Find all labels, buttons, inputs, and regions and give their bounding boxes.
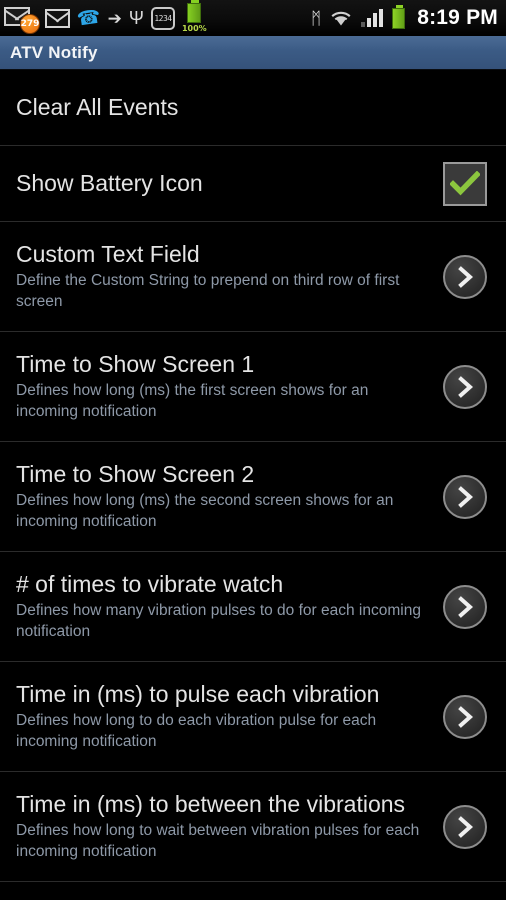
list-item-time-between-vibrations[interactable]: Time in (ms) to between the vibrations D… xyxy=(0,772,506,882)
list-item-title: Custom Text Field xyxy=(16,240,200,267)
mail-muted-icon: 279 xyxy=(4,5,40,34)
chevron-right-icon[interactable] xyxy=(443,804,487,849)
list-item-subtitle: Defines how long to wait between vibrati… xyxy=(16,821,420,860)
chevron-right-icon[interactable] xyxy=(443,584,487,629)
list-item-subtitle: Defines how long to do each vibration pu… xyxy=(16,711,377,750)
chevron-right-icon[interactable] xyxy=(443,254,487,299)
chevron-right-icon[interactable] xyxy=(443,364,487,409)
list-item-title: Time to Show Screen 2 xyxy=(16,460,255,487)
phone-call-icon: ☎ xyxy=(75,5,103,31)
chevron-right-icon[interactable] xyxy=(443,474,487,519)
settings-list: Clear All Events Show Battery Icon Custo… xyxy=(0,70,506,882)
list-item-show-battery-icon[interactable]: Show Battery Icon xyxy=(0,146,506,222)
list-item-times-to-vibrate-watch[interactable]: # of times to vibrate watch Defines how … xyxy=(0,552,506,662)
mail-icon xyxy=(45,8,70,28)
list-item-custom-text-field[interactable]: Custom Text Field Define the Custom Stri… xyxy=(0,222,506,332)
list-item-title: Time in (ms) to pulse each vibration xyxy=(16,680,380,707)
battery-percent-label: 100% xyxy=(181,24,207,33)
list-item-title: Time to Show Screen 1 xyxy=(16,350,255,377)
list-item-time-to-show-screen-2[interactable]: Time to Show Screen 2 Defines how long (… xyxy=(0,442,506,552)
watch-clock-label: 1234 xyxy=(150,6,175,30)
list-item-title: # of times to vibrate watch xyxy=(16,570,284,597)
list-item-clear-all-events[interactable]: Clear All Events xyxy=(0,70,506,146)
list-item-subtitle: Defines how long (ms) the second screen … xyxy=(16,491,394,530)
list-item-time-to-pulse-each-vibration[interactable]: Time in (ms) to pulse each vibration Def… xyxy=(0,662,506,772)
show-battery-icon-checkbox[interactable] xyxy=(443,161,487,206)
status-bar-right-icons: ᛗ 8:19 PM xyxy=(311,4,498,30)
check-icon xyxy=(450,170,480,195)
status-bar: 279 ☎ ➔ Ψ 1234 100% ᛗ 8:19 PM xyxy=(0,0,506,36)
list-item-time-to-show-screen-1[interactable]: Time to Show Screen 1 Defines how long (… xyxy=(0,332,506,442)
list-item-title: Time in (ms) to between the vibrations xyxy=(16,790,406,817)
battery-icon xyxy=(392,4,406,29)
list-item-subtitle: Define the Custom String to prepend on t… xyxy=(16,271,400,310)
list-item-subtitle: Defines how long (ms) the first screen s… xyxy=(16,381,369,420)
status-bar-clock: 8:19 PM xyxy=(417,6,498,29)
bluetooth-icon: ᛗ xyxy=(311,8,322,28)
page-title: ATV Notify xyxy=(10,42,98,62)
battery-percent-icon: 100% xyxy=(181,0,207,33)
mail-badge-count: 279 xyxy=(20,14,40,34)
flash-icon: ➔ xyxy=(107,8,122,28)
list-item-title: Clear All Events xyxy=(16,93,179,120)
list-item-subtitle: Defines how many vibration pulses to do … xyxy=(16,601,421,640)
chevron-right-icon[interactable] xyxy=(443,694,487,739)
app-title-bar: ATV Notify xyxy=(0,36,506,70)
usb-icon: Ψ xyxy=(128,8,144,28)
list-item-title: Show Battery Icon xyxy=(16,169,203,196)
android-settings-screen: 279 ☎ ➔ Ψ 1234 100% ᛗ 8:19 PM ATV Notify… xyxy=(0,0,506,900)
watch-clock-icon: 1234 xyxy=(150,6,175,30)
signal-bars-icon xyxy=(361,9,384,27)
status-bar-left-icons: 279 ☎ ➔ Ψ 1234 100% xyxy=(4,0,311,34)
wifi-icon xyxy=(330,9,352,27)
